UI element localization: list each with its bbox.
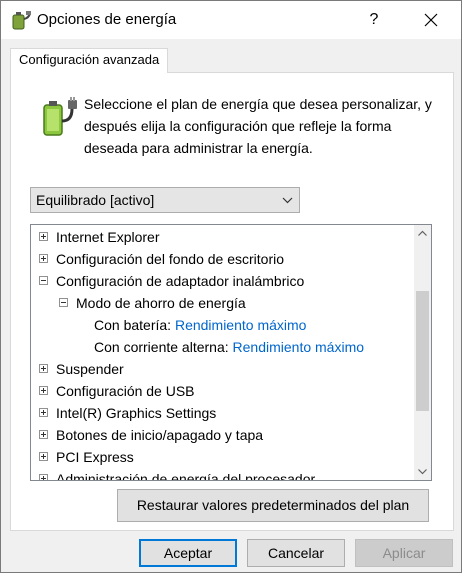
plugged-in-value[interactable]: Rendimiento máximo xyxy=(233,339,365,355)
title-bar: Opciones de energía ? xyxy=(1,1,461,39)
on-battery-value[interactable]: Rendimiento máximo xyxy=(175,317,307,333)
expand-icon[interactable] xyxy=(39,232,48,241)
power-plan-dropdown[interactable]: Equilibrado [activo] xyxy=(30,187,300,213)
scroll-down-icon xyxy=(418,469,427,475)
settings-tree[interactable]: Internet Explorer Configuración del fond… xyxy=(30,224,432,481)
intro-text: Seleccione el plan de energía que desea … xyxy=(84,96,432,156)
expand-icon[interactable] xyxy=(39,408,48,417)
scroll-up-button[interactable] xyxy=(414,225,431,242)
collapse-icon[interactable] xyxy=(39,276,48,285)
cancel-button[interactable]: Cancelar xyxy=(247,539,345,567)
tab-advanced-settings[interactable]: Configuración avanzada xyxy=(10,48,168,73)
scroll-up-icon xyxy=(418,230,427,236)
expand-icon[interactable] xyxy=(39,452,48,461)
chevron-down-icon xyxy=(282,197,293,204)
collapse-icon[interactable] xyxy=(59,298,68,307)
scroll-down-button[interactable] xyxy=(414,463,431,480)
scroll-thumb[interactable] xyxy=(416,291,429,411)
apply-button[interactable]: Aplicar xyxy=(355,539,453,567)
expand-icon[interactable] xyxy=(39,474,48,480)
battery-plug-icon xyxy=(38,97,80,139)
window-title: Opciones de energía xyxy=(37,11,177,28)
tree-scrollbar[interactable] xyxy=(414,225,431,480)
restore-defaults-button[interactable]: Restaurar valores predeterminados del pl… xyxy=(117,489,429,522)
expand-icon[interactable] xyxy=(39,430,48,439)
close-icon xyxy=(424,13,438,27)
power-plan-value: Equilibrado [activo] xyxy=(36,192,155,208)
expand-icon[interactable] xyxy=(39,254,48,263)
ok-button[interactable]: Aceptar xyxy=(139,539,237,567)
help-button[interactable]: ? xyxy=(357,5,391,35)
power-options-icon xyxy=(10,9,32,31)
tree-item-on-battery[interactable]: Con batería: Rendimiento máximo xyxy=(94,314,306,336)
power-options-dialog: Opciones de energía ? Configuración avan… xyxy=(0,0,462,573)
advanced-settings-panel: Seleccione el plan de energía que desea … xyxy=(10,72,454,531)
tree-item-plugged-in[interactable]: Con corriente alterna: Rendimiento máxim… xyxy=(94,336,364,358)
close-button[interactable] xyxy=(411,5,451,35)
expand-icon[interactable] xyxy=(39,364,48,373)
expand-icon[interactable] xyxy=(39,386,48,395)
